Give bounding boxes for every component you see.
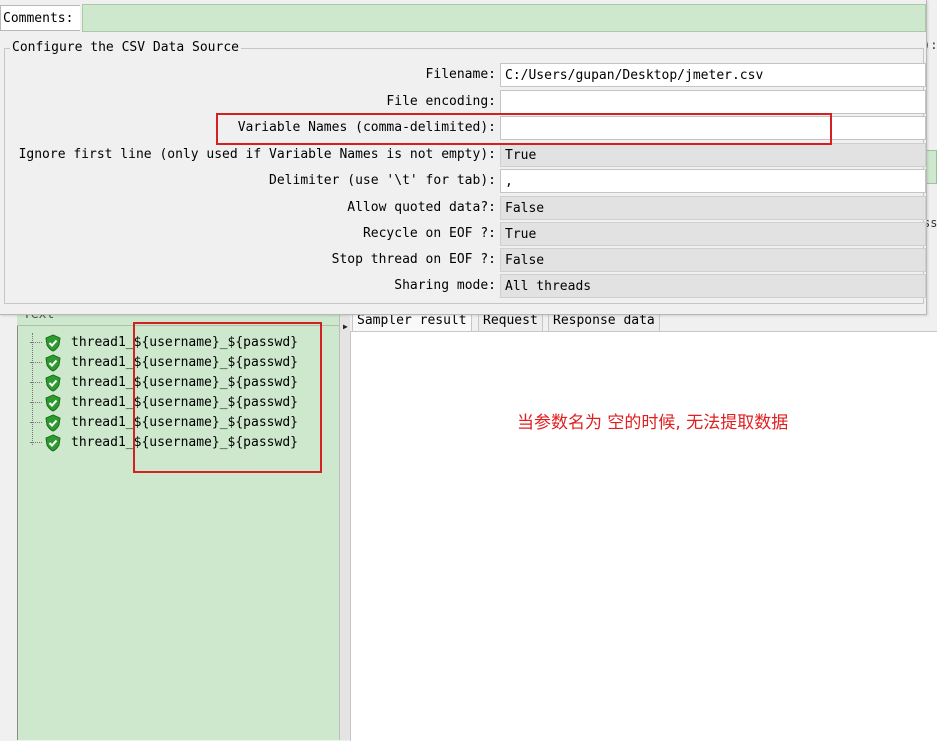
highlight-box-variable-names — [216, 113, 832, 145]
tree-connector — [30, 442, 42, 443]
delimiter-field[interactable]: , — [500, 169, 926, 193]
shield-check-icon — [45, 374, 61, 392]
comments-label: Comments: — [0, 5, 80, 31]
tree-connector — [30, 342, 42, 343]
result-content — [350, 331, 937, 741]
highlight-box-results — [133, 322, 322, 473]
shield-check-icon — [45, 394, 61, 412]
filename-row: Filename: C:/Users/gupan/Desktop/jmeter.… — [0, 62, 926, 88]
file-encoding-row: File encoding: — [0, 89, 926, 115]
stop-thread-on-eof-select[interactable]: False — [500, 248, 926, 272]
ignore-first-line-row: Ignore first line (only used if Variable… — [0, 142, 926, 168]
file-encoding-label: File encoding: — [386, 94, 496, 109]
recycle-on-eof-label: Recycle on EOF ?: — [362, 226, 496, 241]
ignore-first-line-select[interactable]: True — [500, 143, 926, 167]
delimiter-label: Delimiter (use '\t' for tab): — [269, 173, 496, 188]
recycle-on-eof-select[interactable]: True — [500, 222, 926, 246]
filename-label: Filename: — [425, 67, 496, 82]
ignore-first-line-label: Ignore first line (only used if Variable… — [18, 147, 496, 162]
sharing-mode-select[interactable]: All threads — [500, 274, 926, 298]
tree-connector — [30, 422, 42, 423]
shield-check-icon — [45, 354, 61, 372]
stop-thread-on-eof-label: Stop thread on EOF ?: — [331, 252, 496, 267]
tree-connector — [30, 402, 42, 403]
allow-quoted-data-label: Allow quoted data?: — [347, 200, 496, 215]
expand-arrow-icon[interactable]: ▶ — [343, 322, 348, 331]
pane-splitter[interactable]: ▶ — [339, 300, 350, 740]
tree-connector — [30, 362, 42, 363]
csv-data-set-config-panel: Comments: Configure the CSV Data Source … — [0, 0, 927, 315]
shield-check-icon — [45, 334, 61, 352]
stop-thread-on-eof-row: Stop thread on EOF ?: False — [0, 247, 926, 273]
annotation-note: 当参数名为 空的时候, 无法提取数据 — [517, 413, 789, 433]
file-encoding-field[interactable] — [500, 90, 926, 114]
sharing-mode-row: Sharing mode: All threads — [0, 273, 926, 299]
tree-connector — [30, 382, 42, 383]
comments-field[interactable] — [82, 4, 926, 32]
delimiter-row: Delimiter (use '\t' for tab): , — [0, 168, 926, 194]
shield-check-icon — [45, 414, 61, 432]
allow-quoted-data-row: Allow quoted data?: False — [0, 195, 926, 221]
recycle-on-eof-row: Recycle on EOF ?: True — [0, 221, 926, 247]
sharing-mode-label: Sharing mode: — [394, 278, 496, 293]
filename-field[interactable]: C:/Users/gupan/Desktop/jmeter.csv — [500, 63, 926, 87]
shield-check-icon — [45, 434, 61, 452]
allow-quoted-data-select[interactable]: False — [500, 196, 926, 220]
csv-config-group-title: Configure the CSV Data Source — [10, 40, 241, 55]
comments-row: Comments: — [0, 3, 926, 33]
